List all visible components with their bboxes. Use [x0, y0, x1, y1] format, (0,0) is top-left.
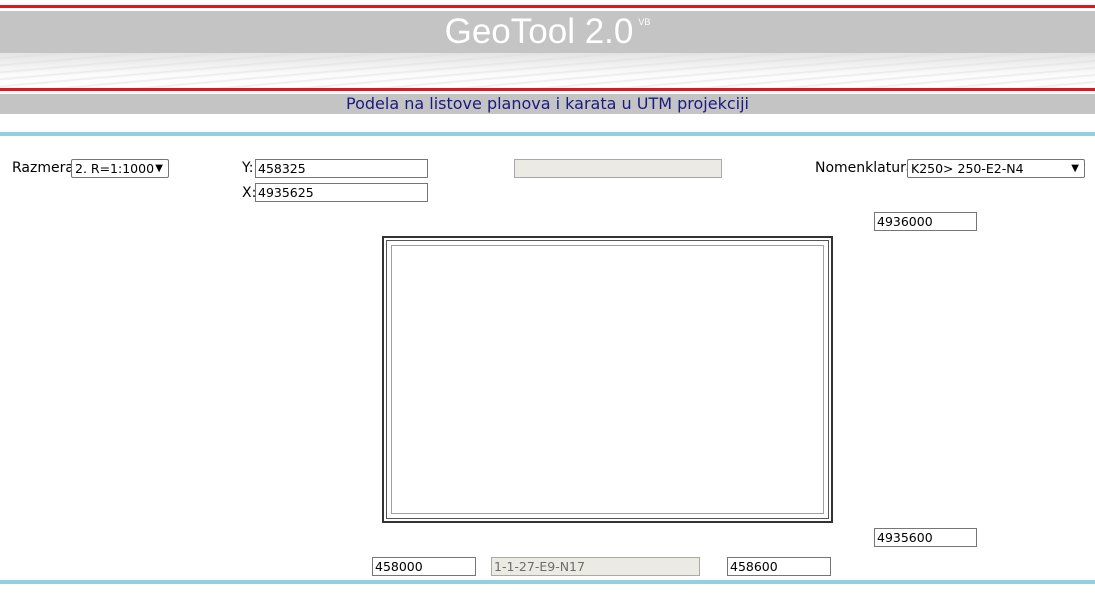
app-title: GeoTool 2.0 VB — [444, 12, 651, 51]
nomenklatura-select[interactable]: K250> 250-E2-N4 ▼ — [907, 159, 1085, 178]
x-coordinate-input[interactable]: 4935625 — [255, 183, 428, 202]
header-top-rule — [0, 5, 1095, 8]
razmera-label: Razmera: — [12, 160, 79, 176]
app-title-superscript: VB — [638, 17, 651, 27]
razmera-select-value: 2. R=1:1000 — [75, 161, 155, 176]
chevron-down-icon: ▼ — [1071, 163, 1079, 174]
sheet-frame-inner — [386, 240, 829, 519]
sheet-textarea[interactable] — [391, 245, 824, 514]
razmera-select[interactable]: 2. R=1:1000 ▼ — [71, 159, 169, 178]
result-readonly-field — [514, 159, 722, 178]
sheet-frame — [382, 236, 833, 523]
header-bottom-rule — [0, 88, 1095, 91]
y-coordinate-input[interactable]: 458325 — [255, 159, 428, 178]
sheet-bottom-x-input[interactable]: 4935600 — [874, 528, 977, 547]
nomenklatura-select-value: K250> 250-E2-N4 — [911, 161, 1024, 176]
content-top-rule — [0, 132, 1095, 136]
page-subtitle: Podela na listove planova i karata u UTM… — [346, 94, 749, 113]
chevron-down-icon: ▼ — [155, 163, 163, 174]
sheet-right-y-input[interactable]: 458600 — [727, 557, 831, 576]
header-wave-decoration — [0, 53, 1095, 89]
nomenklatura-label: Nomenklatura: — [815, 160, 920, 176]
sheet-left-y-input[interactable]: 458000 — [372, 557, 476, 576]
sheet-top-x-input[interactable]: 4936000 — [874, 212, 977, 231]
y-label: Y: — [242, 160, 254, 176]
sheet-name-readonly-field: 1-1-27-E9-N17 — [491, 557, 700, 576]
content-bottom-rule — [0, 580, 1095, 584]
